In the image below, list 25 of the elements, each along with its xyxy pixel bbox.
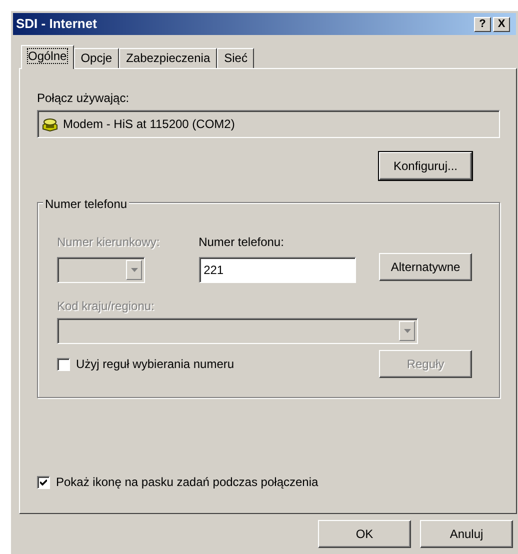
- country-dropdown[interactable]: [57, 318, 418, 344]
- configure-button[interactable]: Konfiguruj...: [379, 152, 472, 180]
- checkbox[interactable]: [37, 476, 50, 488]
- window-title: SDI - Internet: [16, 15, 98, 34]
- help-button[interactable]: ?: [474, 16, 491, 32]
- modem-icon: [41, 116, 59, 132]
- checkbox-label: Użyj reguł wybierania numeru: [76, 356, 234, 373]
- area-code-dropdown[interactable]: [57, 257, 145, 283]
- field-label: Numer telefonu:: [198, 235, 284, 249]
- field-label: Połącz używając:: [37, 90, 130, 107]
- cancel-button[interactable]: Anuluj: [420, 520, 513, 548]
- tab[interactable]: Opcje: [74, 48, 120, 68]
- field-label: Numer kierunkowy:: [57, 235, 160, 249]
- phone-number-field[interactable]: 221: [198, 257, 356, 283]
- device-name: Modem - HiS at 115200 (COM2): [63, 116, 235, 133]
- close-button[interactable]: X: [493, 16, 510, 32]
- tab[interactable]: Ogólne: [21, 45, 74, 69]
- ok-button[interactable]: OK: [318, 520, 411, 548]
- field-label: Kod kraju/regionu:: [57, 299, 154, 313]
- tab[interactable]: Zabezpieczenia: [119, 48, 218, 68]
- checkmark-icon: [40, 478, 47, 486]
- tab[interactable]: Sieć: [217, 48, 254, 68]
- checkbox-label: Pokaż ikonę na pasku zadań podczas połączenia: [56, 474, 318, 491]
- checkbox[interactable]: [57, 358, 70, 370]
- alternates-button[interactable]: Alternatywne: [379, 253, 472, 281]
